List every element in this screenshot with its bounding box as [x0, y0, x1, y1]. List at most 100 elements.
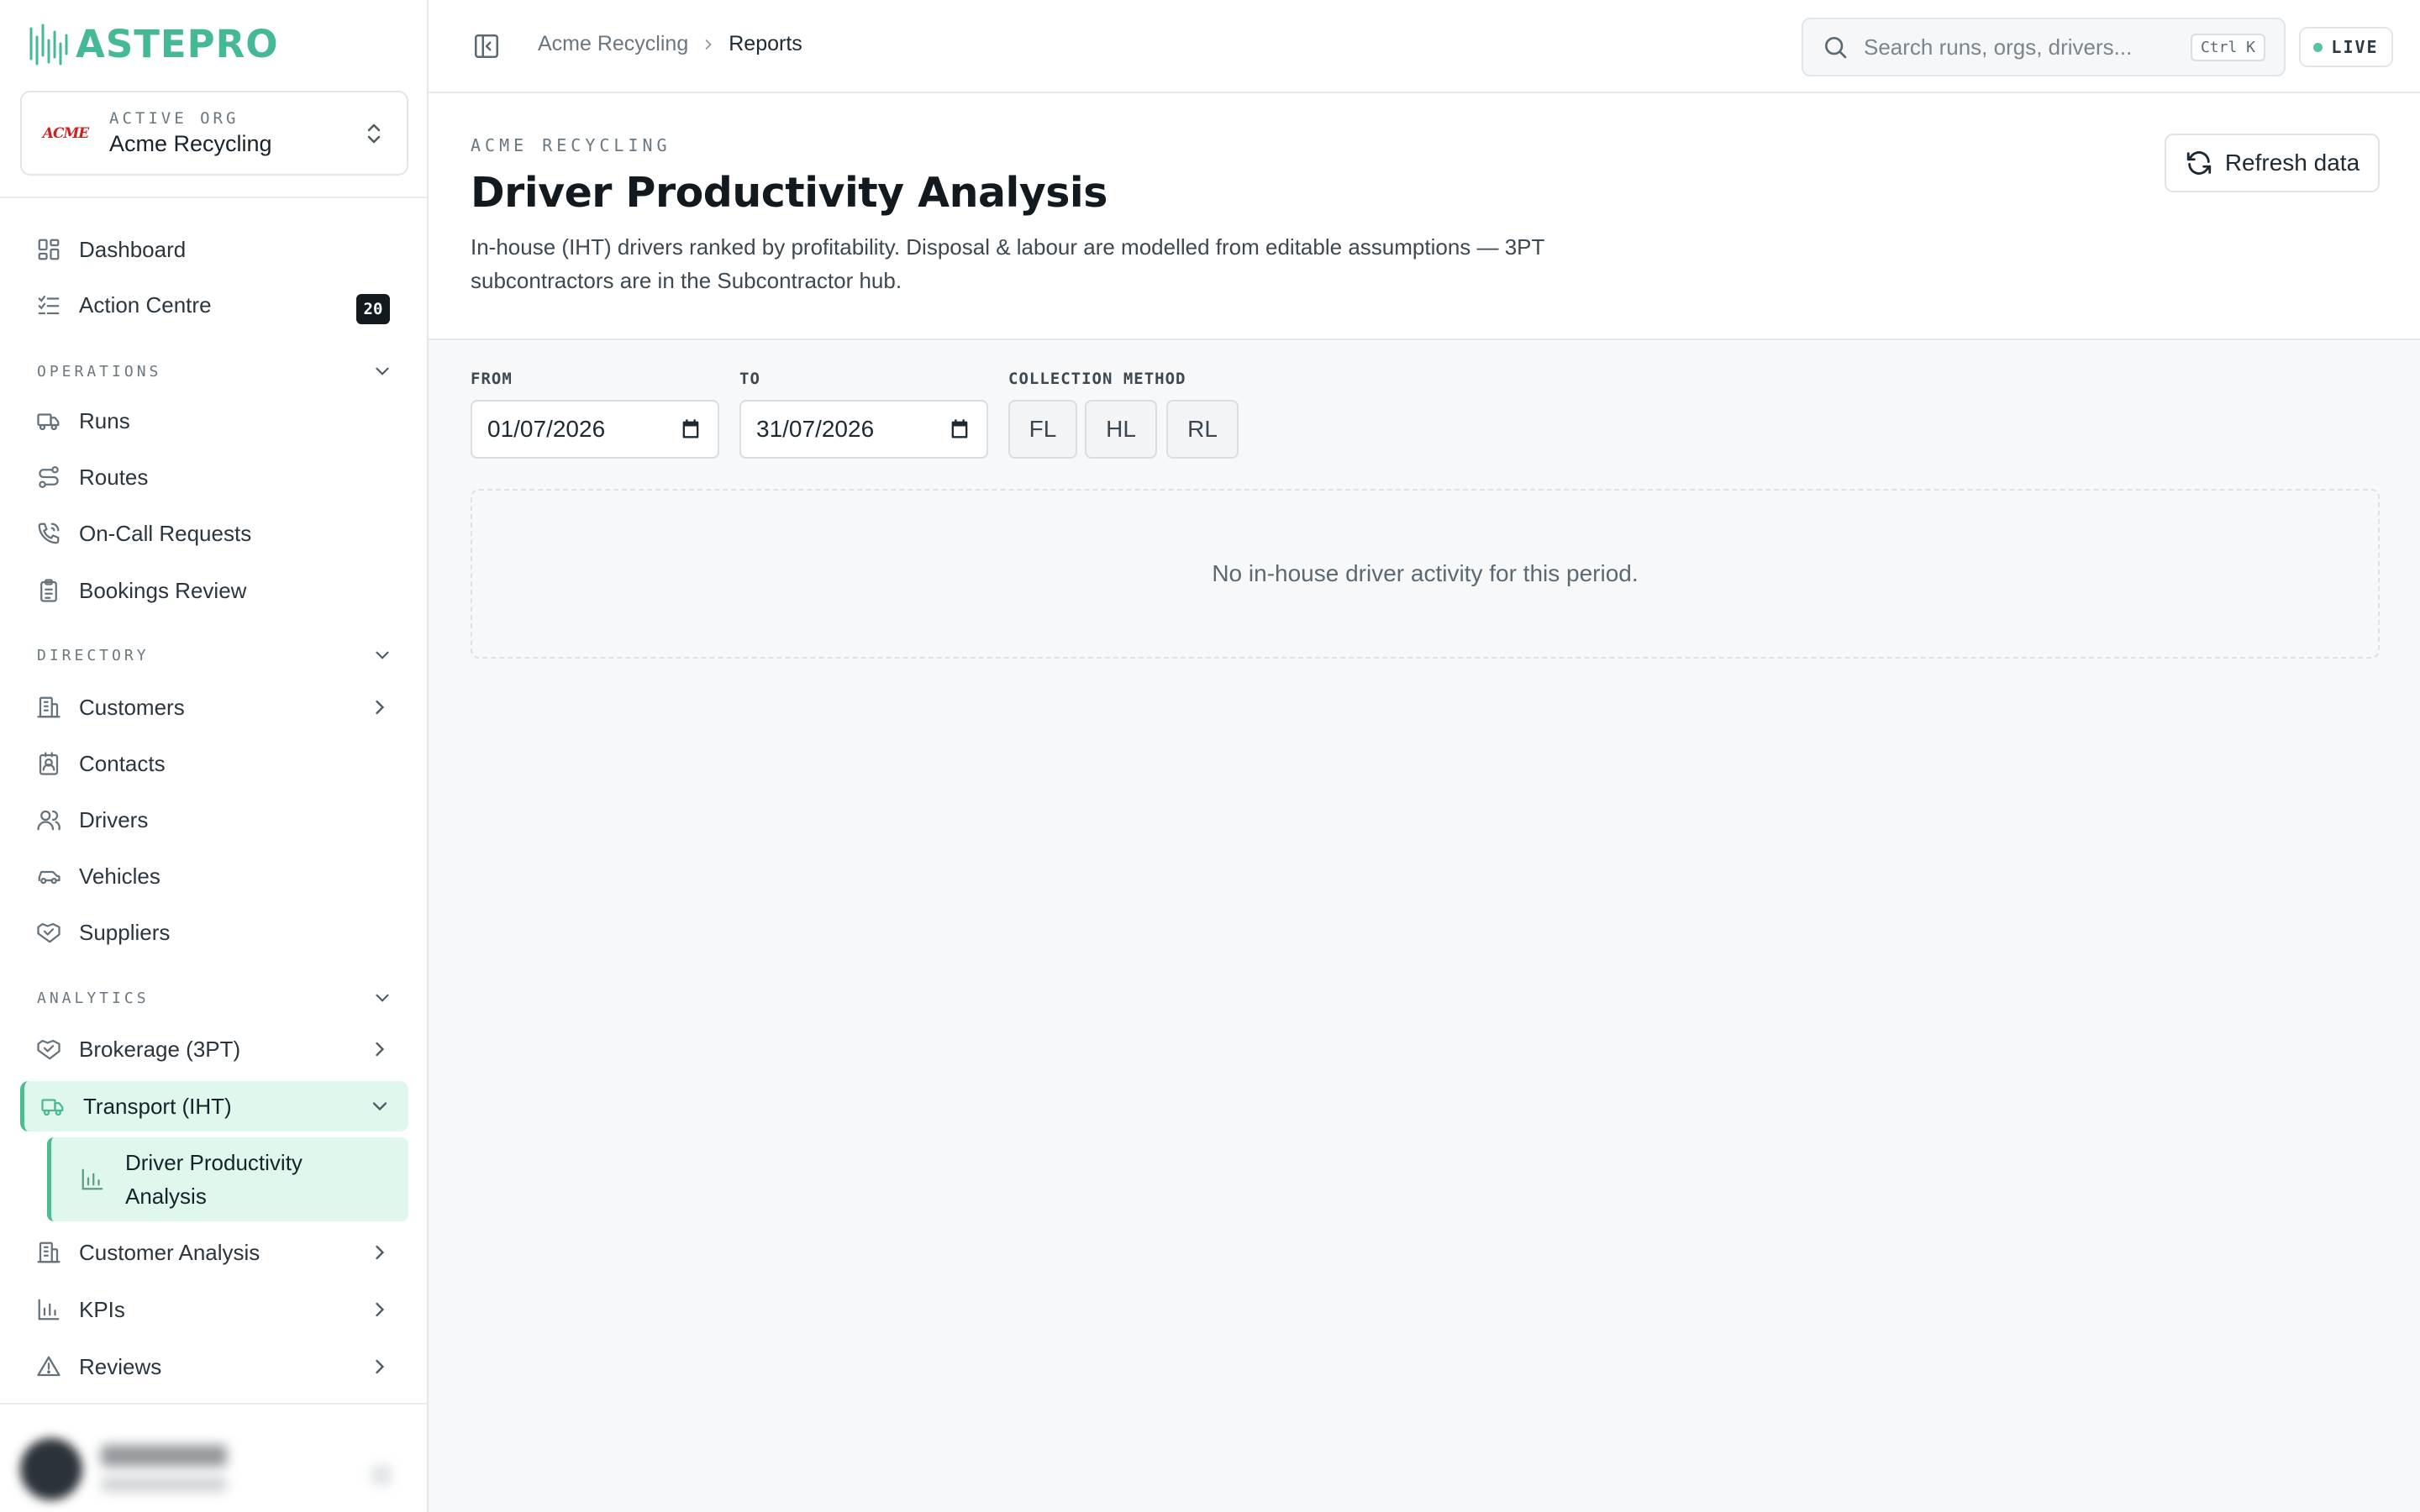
- truck-icon: [35, 407, 62, 434]
- sidebar-item-label: Contacts: [79, 750, 166, 776]
- user-name-redacted: [101, 1445, 227, 1467]
- global-search[interactable]: Search runs, orgs, drivers... Ctrl K: [1802, 18, 2286, 76]
- section-header-analytics[interactable]: ANALYTICS: [37, 985, 393, 1011]
- chevron-down-icon: [376, 367, 389, 375]
- truck-icon: [39, 1093, 66, 1120]
- refresh-icon: [2186, 151, 2211, 175]
- sidebar-item-label: Transport (IHT): [83, 1093, 232, 1119]
- app-logo-text: ASTEPRO: [76, 21, 279, 66]
- section-title: OPERATIONS: [37, 362, 162, 381]
- sidebar-item-label: Vehicles: [79, 863, 160, 889]
- phone-call-icon: [35, 520, 62, 547]
- building-icon: [35, 1239, 62, 1266]
- collection-method-label: COLLECTION METHOD: [1008, 370, 1186, 388]
- refresh-data-label: Refresh data: [2224, 150, 2360, 176]
- breadcrumb-item-current: Reports: [729, 32, 802, 55]
- chevron-right-icon: [705, 39, 712, 50]
- sidebar-subitem-driver-productivity[interactable]: Driver Productivity Analysis: [47, 1137, 408, 1221]
- method-toggle-hl[interactable]: HL: [1085, 400, 1157, 459]
- sidebar-item-customers[interactable]: Customers: [20, 682, 408, 732]
- sidebar-item-label: Suppliers: [79, 919, 171, 945]
- section-header-operations[interactable]: OPERATIONS: [37, 359, 393, 384]
- topbar: Acme Recycling Reports Search runs, orgs…: [429, 0, 2420, 93]
- sidebar-item-label: Runs: [79, 407, 130, 433]
- contact-icon: [35, 750, 62, 777]
- breadcrumb-item-org[interactable]: Acme Recycling: [538, 32, 688, 56]
- sidebar-item-vehicles[interactable]: Vehicles: [20, 851, 408, 901]
- sidebar-item-label: KPIs: [79, 1296, 125, 1322]
- from-date-value: 01/07/2026: [487, 416, 606, 442]
- user-email-redacted: [101, 1477, 227, 1492]
- sidebar-item-dashboard[interactable]: Dashboard: [20, 224, 408, 275]
- to-label: TO: [739, 370, 760, 388]
- from-label: FROM: [471, 370, 513, 388]
- live-status-badge: LIVE: [2299, 27, 2393, 67]
- sidebar-item-runs[interactable]: Runs: [20, 396, 408, 446]
- app-logo[interactable]: ASTEPRO: [29, 18, 279, 69]
- method-toggle-fl[interactable]: FL: [1008, 400, 1077, 459]
- org-logo: ACME: [42, 124, 90, 142]
- sidebar-item-label: Action Centre: [79, 291, 212, 318]
- notification-badge: 20: [356, 294, 390, 324]
- chevron-right-icon: [376, 700, 385, 715]
- sidebar-divider: [0, 197, 427, 198]
- refresh-data-button[interactable]: Refresh data: [2165, 134, 2380, 192]
- page-header: ACME RECYCLING Driver Productivity Analy…: [429, 93, 2420, 340]
- sidebar-item-label: Drivers: [79, 806, 149, 832]
- to-date-input[interactable]: 31/07/2026: [739, 400, 988, 459]
- from-date-input[interactable]: 01/07/2026: [471, 400, 719, 459]
- page-description: In-house (IHT) drivers ranked by profita…: [471, 234, 1544, 293]
- sidebar-item-label: Reviews: [79, 1353, 162, 1379]
- sidebar-item-on-call-requests[interactable]: On-Call Requests: [20, 508, 408, 559]
- live-label: LIVE: [2331, 37, 2379, 57]
- sidebar-item-label: Customer Analysis: [79, 1239, 260, 1265]
- sidebar-item-kpis[interactable]: KPIs: [20, 1284, 408, 1335]
- waveform-icon: [29, 24, 68, 66]
- sidebar-item-brokerage[interactable]: Brokerage (3PT): [20, 1024, 408, 1074]
- empty-state-message: No in-house driver activity for this per…: [1212, 560, 1639, 586]
- sidebar-collapse-icon[interactable]: [472, 32, 501, 60]
- chevron-down-icon: [376, 651, 389, 659]
- page-title: Driver Productivity Analysis: [471, 169, 1107, 217]
- sidebar-item-customer-analysis[interactable]: Customer Analysis: [20, 1227, 408, 1278]
- user-menu[interactable]: [0, 1403, 427, 1512]
- page-eyebrow: ACME RECYCLING: [471, 135, 671, 155]
- sidebar-item-label: Brokerage (3PT): [79, 1036, 241, 1062]
- empty-state: No in-house driver activity for this per…: [471, 489, 2380, 659]
- sidebar-item-action-centre[interactable]: Action Centre 20: [20, 280, 408, 330]
- sidebar-item-suppliers[interactable]: Suppliers: [20, 907, 408, 958]
- chevron-right-icon: [376, 1245, 385, 1260]
- calendar-icon[interactable]: [679, 417, 702, 441]
- chevron-down-icon: [372, 1102, 387, 1111]
- search-icon: [1825, 37, 1847, 59]
- sidebar-item-label: Customers: [79, 694, 185, 720]
- users-icon: [35, 806, 62, 833]
- chevron-right-icon: [376, 1042, 385, 1057]
- avatar: [20, 1438, 82, 1500]
- sidebar-item-reviews[interactable]: Reviews: [20, 1341, 408, 1392]
- route-icon: [35, 464, 62, 491]
- calendar-icon[interactable]: [948, 417, 971, 441]
- clipboard-icon: [35, 577, 62, 604]
- sidebar-item-bookings-review[interactable]: Bookings Review: [20, 565, 408, 616]
- sidebar-item-routes[interactable]: Routes: [20, 452, 408, 502]
- org-name: Acme Recycling: [109, 131, 272, 156]
- section-title: ANALYTICS: [37, 989, 150, 1007]
- chevron-right-icon: [376, 1302, 385, 1317]
- section-header-directory[interactable]: DIRECTORY: [37, 643, 393, 668]
- org-switcher[interactable]: ACME ACTIVE ORG Acme Recycling: [20, 91, 408, 176]
- method-toggle-rl[interactable]: RL: [1166, 400, 1239, 459]
- chevron-down-icon: [376, 994, 389, 1002]
- live-dot-icon: [2313, 42, 2323, 52]
- chevrons-up-down-icon: [361, 117, 387, 150]
- breadcrumb: Acme Recycling Reports: [538, 32, 802, 56]
- sidebar-item-drivers[interactable]: Drivers: [20, 795, 408, 845]
- sidebar-item-label: Dashboard: [79, 236, 187, 262]
- org-label: ACTIVE ORG: [109, 109, 239, 128]
- sidebar-item-contacts[interactable]: Contacts: [20, 738, 408, 789]
- to-date-value: 31/07/2026: [756, 416, 875, 442]
- sidebar-subitem-label: Driver Productivity Analysis: [125, 1150, 302, 1209]
- alert-triangle-icon: [35, 1353, 62, 1380]
- search-input[interactable]: Search runs, orgs, drivers...: [1864, 34, 2191, 60]
- sidebar-item-transport[interactable]: Transport (IHT): [20, 1081, 408, 1131]
